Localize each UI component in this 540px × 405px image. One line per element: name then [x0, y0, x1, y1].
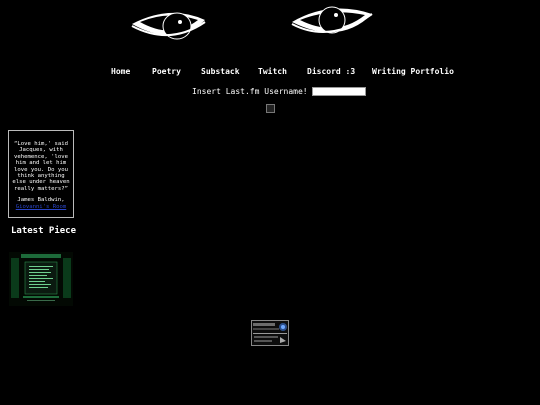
page: Home Poetry Substack Twitch Discord :3 W… — [0, 0, 540, 405]
left-eye-icon — [131, 12, 206, 40]
nav-writing-portfolio[interactable]: Writing Portfolio — [372, 67, 454, 76]
lastfm-form: Insert Last.fm Username! — [192, 87, 366, 96]
nav-poetry[interactable]: Poetry — [152, 67, 181, 76]
nav-home[interactable]: Home — [111, 67, 130, 76]
latest-piece-heading: Latest Piece — [11, 226, 77, 236]
badge-image — [252, 321, 288, 345]
quote-author: James Baldwin, — [17, 197, 65, 204]
nav-discord[interactable]: Discord :3 — [307, 67, 355, 76]
quote-source-link[interactable]: Giovanni's Room — [12, 204, 70, 210]
lastfm-label: Insert Last.fm Username! — [192, 87, 308, 96]
broken-image-icon — [266, 104, 275, 113]
lastfm-username-input[interactable] — [311, 87, 366, 96]
latest-piece-image — [9, 252, 73, 306]
quote-box: “Love him,' said Jacques, with vehemence… — [8, 130, 74, 218]
right-eye-icon — [291, 6, 373, 34]
nav-twitch[interactable]: Twitch — [258, 67, 287, 76]
latest-piece-thumbnail[interactable] — [9, 252, 73, 306]
eyes-banner — [131, 6, 373, 40]
nav-substack[interactable]: Substack — [201, 67, 240, 76]
site-badge[interactable] — [251, 320, 289, 346]
quote-text: “Love him,' said Jacques, with vehemence… — [12, 141, 70, 192]
